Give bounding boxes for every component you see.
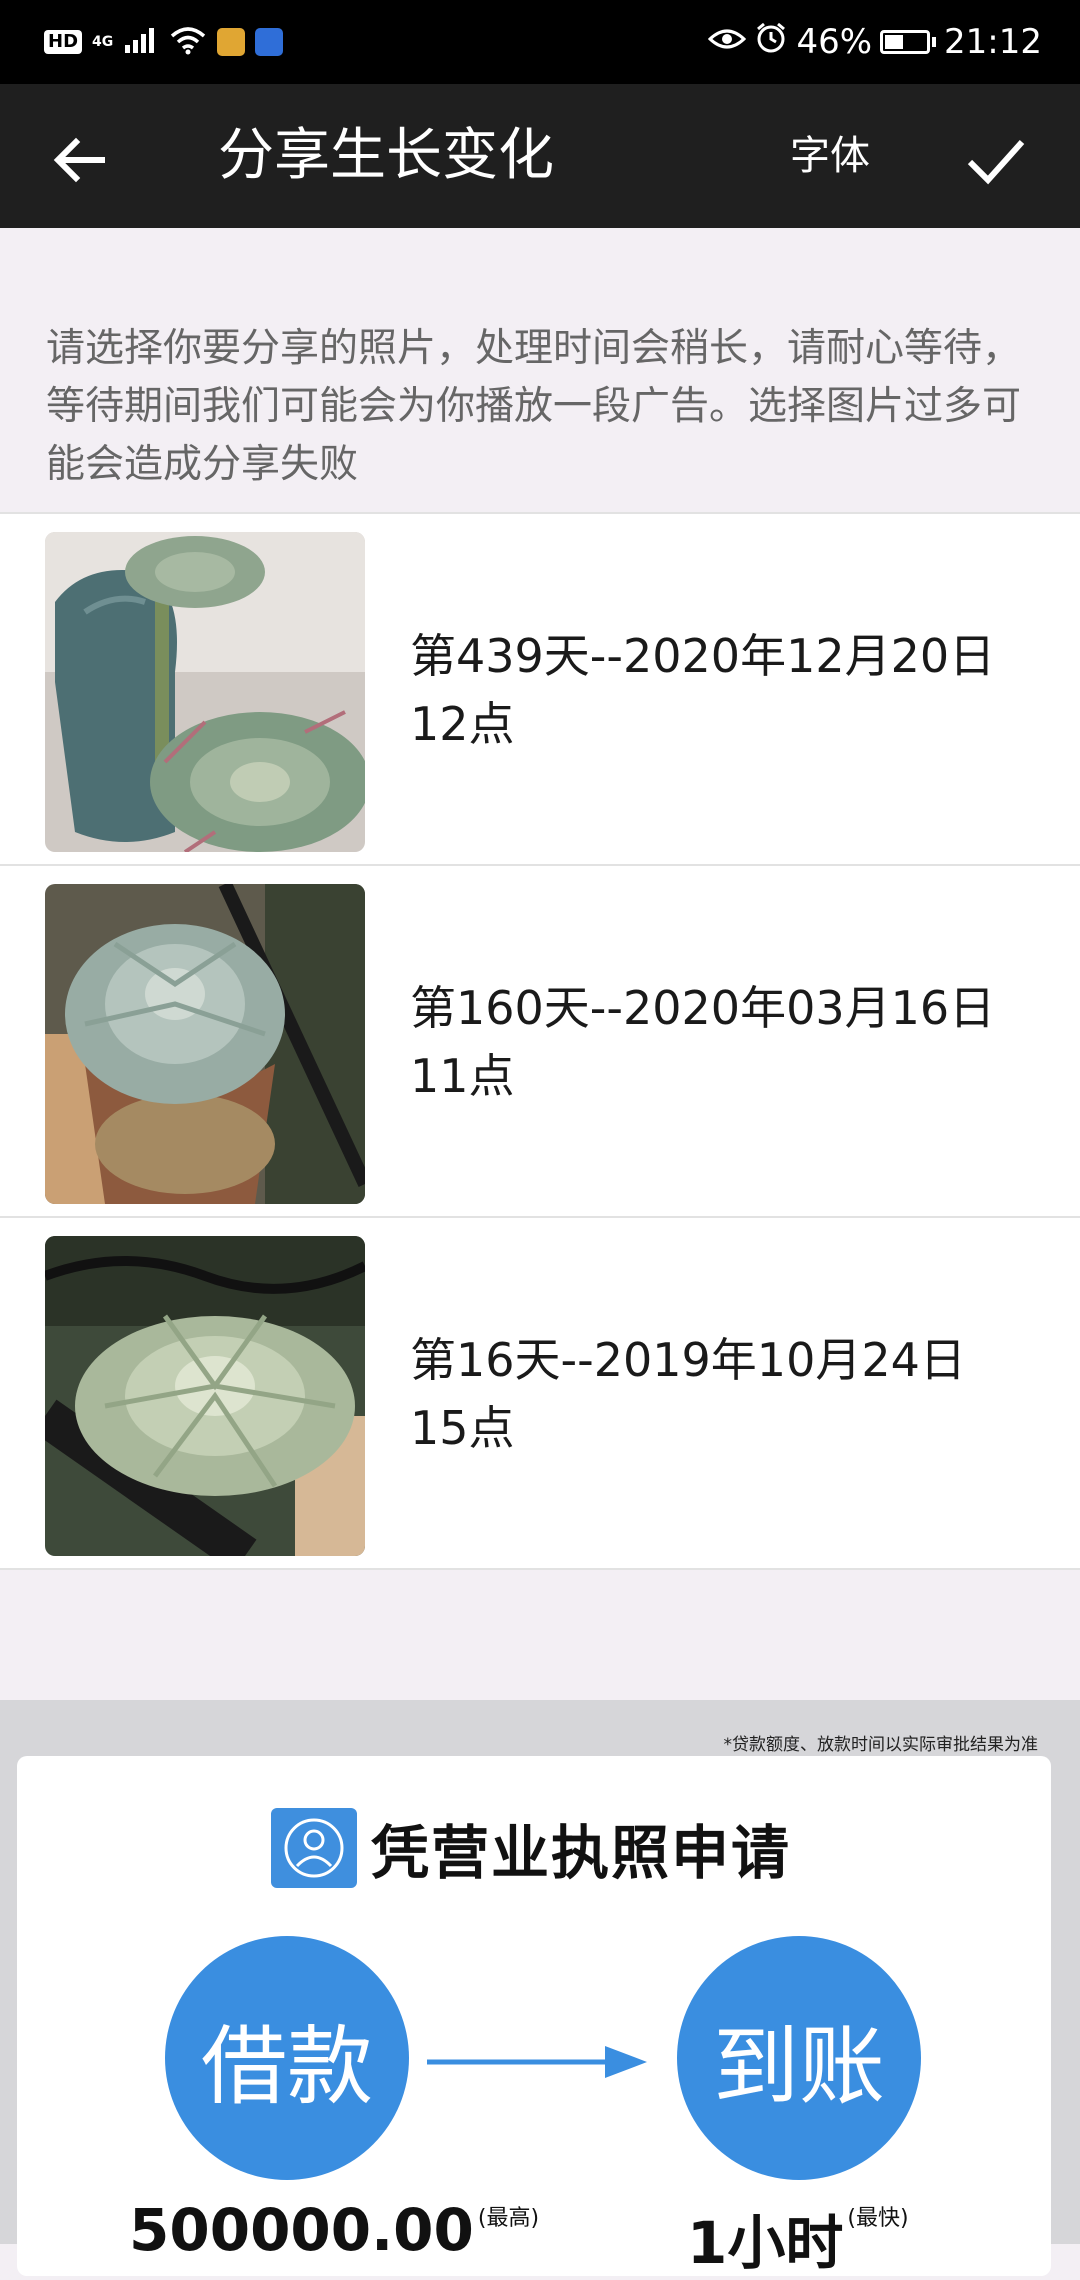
ad-time: 1小时 (最快): [687, 2196, 909, 2280]
instruction-text: 请选择你要分享的照片，处理时间会稍长，请耐心等待，等待期间我们可能会为你播放一段…: [46, 326, 1022, 487]
ad-amount: 500000.00 (最高): [129, 2196, 539, 2264]
alarm-icon: [754, 21, 788, 64]
signal-icon: [123, 25, 159, 59]
photo-thumbnail: [45, 884, 365, 1204]
ad-card[interactable]: 凭营业执照申请 借款 到账 500000.00 (最高) 1小时 (最快): [17, 1756, 1051, 2277]
battery-fill: [885, 35, 904, 49]
confirm-button[interactable]: [956, 120, 1036, 200]
photo-list-item[interactable]: 第439天--2020年12月20日 12点: [0, 514, 1080, 866]
status-right: 46% 21:12: [708, 18, 1042, 66]
page-title: 分享生长变化: [218, 123, 554, 188]
hd-badge: HD: [44, 30, 83, 54]
ad-borrow-circle: 借款: [165, 1936, 409, 2180]
status-left: HD 4G: [44, 18, 284, 66]
photo-day-date: 第16天--2019年10月24日: [410, 1333, 966, 1387]
ad-banner[interactable]: *贷款额度、放款时间以实际审批结果为准 凭营业执照申请 借款 到账 500000…: [0, 1700, 1080, 2277]
toolbar: 分享生长变化 字体: [0, 84, 1080, 228]
battery-percent: 46%: [796, 22, 873, 62]
clock: 21:12: [944, 22, 1042, 62]
photo-hour: 11点: [410, 1049, 515, 1103]
app-notification-icon: [217, 28, 246, 56]
user-icon: [271, 1808, 357, 1888]
ad-time-sup: (最快): [847, 2206, 909, 2231]
photo-hour: 12点: [410, 697, 515, 751]
ad-header: 凭营业执照申请: [271, 1806, 791, 1890]
status-bar: HD 4G 46% 21:12: [0, 0, 1080, 84]
ad-title: 凭营业执照申请: [371, 1819, 792, 1887]
photo-list-item[interactable]: 第16天--2019年10月24日 15点: [0, 1218, 1080, 1570]
photo-label: 第16天--2019年10月24日 15点: [410, 1326, 1050, 1462]
arrow-right-icon: [427, 2046, 647, 2078]
photo-hour: 15点: [410, 1401, 515, 1455]
check-icon: [967, 139, 1025, 185]
battery-tip: [932, 37, 937, 47]
font-button[interactable]: 字体: [790, 132, 870, 180]
photo-label: 第160天--2020年03月16日 11点: [410, 974, 1050, 1110]
photo-day-date: 第439天--2020年12月20日: [410, 629, 996, 683]
ad-disclaimer: *贷款额度、放款时间以实际审批结果为准: [723, 1735, 1039, 1755]
ad-amount-sup: (最高): [477, 2206, 540, 2231]
wifi-icon: [169, 25, 207, 59]
ad-time-value: 1小时: [687, 2209, 844, 2277]
photo-thumbnail: [45, 532, 365, 852]
photo-label: 第439天--2020年12月20日 12点: [410, 622, 1050, 758]
arrow-left-icon: [53, 137, 105, 183]
photo-list: 第439天--2020年12月20日 12点 第160天--2020年03月16…: [0, 512, 1080, 1570]
photo-day-date: 第160天--2020年03月16日: [410, 981, 996, 1035]
eye-icon: [708, 22, 747, 62]
ad-amount-value: 500000.00: [129, 2196, 474, 2264]
shield-icon: [255, 28, 284, 56]
photo-list-item[interactable]: 第160天--2020年03月16日 11点: [0, 866, 1080, 1218]
ad-arrive-circle: 到账: [677, 1936, 921, 2180]
battery-icon: [880, 30, 931, 54]
back-button[interactable]: [40, 120, 120, 200]
photo-thumbnail: [45, 1236, 365, 1556]
network-type: 4G: [92, 34, 114, 50]
